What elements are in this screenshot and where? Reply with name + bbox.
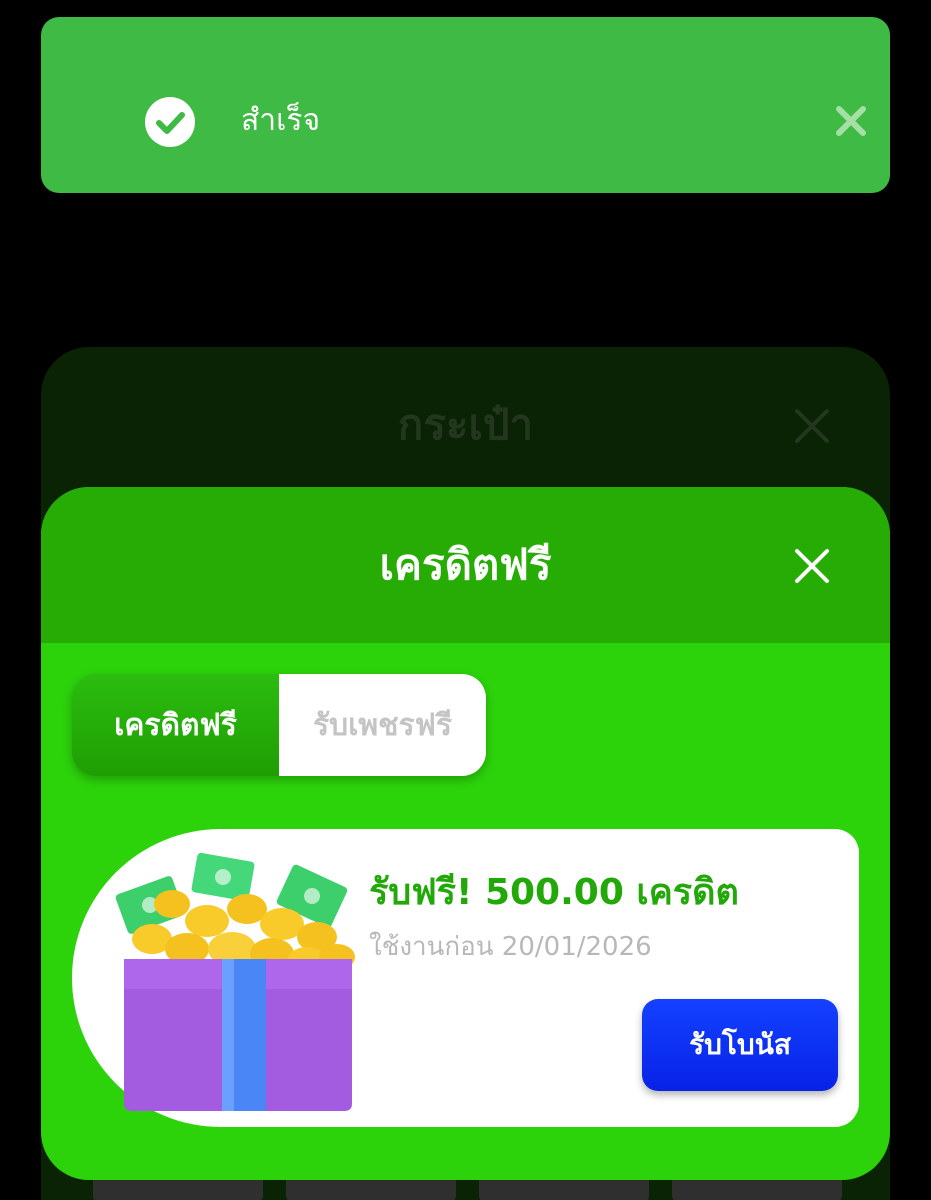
bonus-expiry-date: ใช้งานก่อน 20/01/2026 [369, 932, 652, 962]
modal-header: เครดิตฟรี [41, 487, 890, 643]
check-circle-icon [145, 97, 195, 147]
tab-free-credit[interactable]: เครดิตฟรี [72, 674, 279, 776]
free-credit-modal: เครดิตฟรี เครดิตฟรี รับเพชรฟรี รับฟรี! 5… [41, 487, 890, 1180]
toast-message: สำเร็จ [241, 103, 321, 138]
bonus-title: รับฟรี! 500.00 เครดิต [369, 872, 739, 913]
wallet-close-icon[interactable] [793, 407, 831, 445]
close-icon[interactable] [831, 101, 871, 141]
tab-free-diamonds[interactable]: รับเพชรฟรี [279, 674, 486, 776]
gift-box-coins-icon [112, 849, 362, 1114]
claim-bonus-button[interactable]: รับโบนัส [642, 999, 838, 1091]
modal-title: เครดิตฟรี [379, 540, 552, 589]
bonus-card: รับฟรี! 500.00 เครดิต ใช้งานก่อน 20/01/2… [72, 829, 859, 1127]
close-icon[interactable] [793, 547, 831, 585]
tab-bar: เครดิตฟรี รับเพชรฟรี [72, 674, 486, 776]
success-toast: สำเร็จ [41, 17, 890, 193]
wallet-modal-title: กระเป๋า [397, 400, 534, 449]
